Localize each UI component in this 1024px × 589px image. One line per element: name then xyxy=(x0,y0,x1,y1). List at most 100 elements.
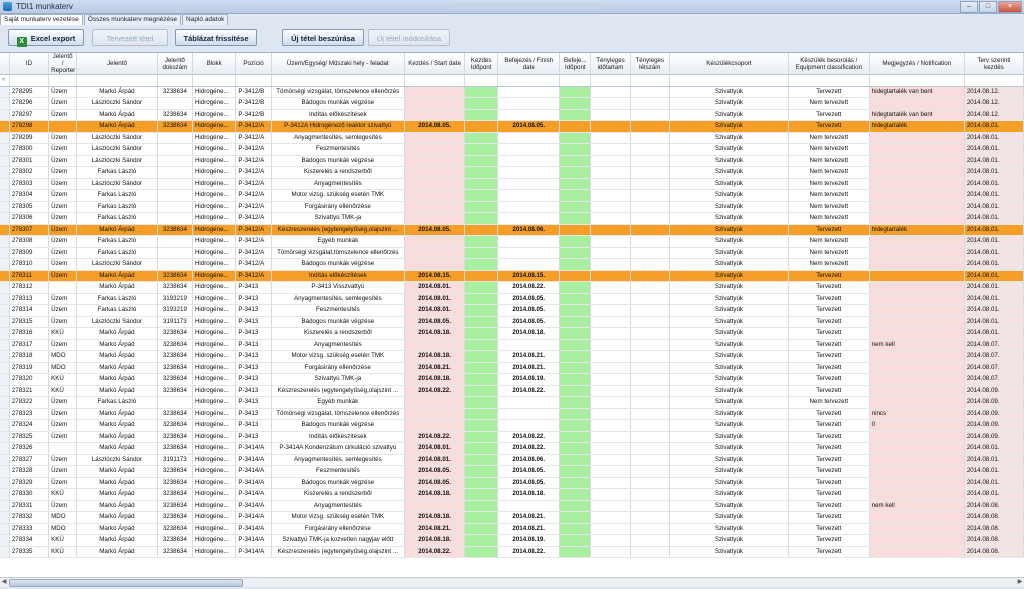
cell-doc-no[interactable] xyxy=(157,396,193,409)
cell-task[interactable]: Anyagmentesítés, semlegesítés xyxy=(271,293,406,305)
row-selector[interactable] xyxy=(0,477,10,489)
row-selector[interactable] xyxy=(0,431,10,443)
cell-position[interactable]: P-3414/A xyxy=(235,511,272,524)
cell-notification[interactable] xyxy=(869,212,965,225)
table-row[interactable]: 278310 Üzem Lászlóczki Sándor Hidrogéne... P… xyxy=(0,258,1024,271)
cell-position[interactable]: P-3412/A xyxy=(235,143,272,156)
cell-reporter-name[interactable]: Markó Árpád xyxy=(76,500,158,512)
cell-actual-headcount[interactable] xyxy=(630,488,670,501)
cell-reporter[interactable]: Üzem xyxy=(48,270,78,282)
cell-task[interactable]: P-3414A Kondenzátum cirkuláció szivattyú xyxy=(271,442,406,455)
cell-reporter-name[interactable]: Markó Árpád xyxy=(76,281,158,294)
cell-doc-no[interactable]: 3238634 xyxy=(157,534,193,547)
cell-equipment-group[interactable]: Szivattyúk xyxy=(669,304,789,317)
cell-reporter[interactable]: MDO xyxy=(48,511,78,524)
cell-reporter[interactable]: MDO xyxy=(48,362,78,374)
cell-task[interactable]: Egyéb munkák xyxy=(271,396,406,409)
cell-reporter-name[interactable]: Lászlóczki Sándor xyxy=(76,143,158,156)
cell-finish-date[interactable] xyxy=(497,500,561,512)
cell-plan-date[interactable]: 2014.08.07. xyxy=(964,350,1024,363)
cell-actual-headcount[interactable] xyxy=(630,396,670,409)
cell-finish-time[interactable] xyxy=(559,109,592,121)
cell-reporter[interactable]: Üzem xyxy=(48,247,78,259)
table-row[interactable]: 278307 Üzem Markó Árpád 3238634 Hidrogéne...… xyxy=(0,224,1024,236)
cell-start-time[interactable] xyxy=(464,362,499,374)
cell-equipment-group[interactable]: Szivattyúk xyxy=(669,224,789,236)
cell-equipment-class[interactable]: Nem tervezett xyxy=(788,201,870,213)
cell-reporter[interactable]: Üzem xyxy=(48,166,78,179)
cell-equipment-group[interactable]: Szivattyúk xyxy=(669,155,789,167)
cell-finish-time[interactable] xyxy=(559,155,592,167)
row-selector[interactable] xyxy=(0,270,10,282)
cell-task[interactable]: Kiszerelés a rendszerből xyxy=(271,166,406,179)
cell-plan-date[interactable]: 2014.08.12. xyxy=(964,86,1024,98)
table-row[interactable]: 278335 KKÜ Markó Árpád 3238634 Hidrogéne... P… xyxy=(0,546,1024,558)
cell-position[interactable]: P-3412/B xyxy=(235,86,272,98)
cell-task[interactable]: Szivattyú TMK-ja xyxy=(271,373,406,386)
cell-notification[interactable] xyxy=(869,396,965,409)
cell-finish-date[interactable] xyxy=(497,212,561,225)
cell-block[interactable]: Hidrogéne... xyxy=(192,362,237,374)
cell-position[interactable]: P-3413 xyxy=(235,431,272,443)
cell-finish-time[interactable] xyxy=(559,143,592,156)
cell-start-date[interactable] xyxy=(404,201,466,213)
row-selector[interactable] xyxy=(0,408,10,420)
cell-plan-date[interactable]: 2014.08.01. xyxy=(964,247,1024,259)
cell-finish-time[interactable] xyxy=(559,120,592,133)
cell-equipment-group[interactable]: Szivattyúk xyxy=(669,258,789,271)
cell-plan-date[interactable]: 2014.08.09. xyxy=(964,385,1024,397)
cell-reporter-name[interactable]: Farkas László xyxy=(76,304,158,317)
cell-doc-no[interactable]: 3191173 xyxy=(157,316,193,328)
cell-equipment-group[interactable]: Szivattyúk xyxy=(669,270,789,282)
table-row[interactable]: 278320 KKÜ Markó Árpád 3238634 Hidrogéne... P… xyxy=(0,373,1024,386)
cell-doc-no[interactable]: 3238634 xyxy=(157,442,193,455)
cell-block[interactable]: Hidrogéne... xyxy=(192,327,237,340)
cell-finish-date[interactable] xyxy=(497,408,561,420)
cell-finish-date[interactable]: 2014.08.22. xyxy=(497,385,561,397)
cell-plan-date[interactable]: 2014.08.01. xyxy=(964,454,1024,466)
cell-reporter-name[interactable]: Farkas László xyxy=(76,293,158,305)
col-plan-date[interactable]: Terv szerinti kezdés xyxy=(964,53,1024,75)
cell-actual-headcount[interactable] xyxy=(630,143,670,156)
cell-start-time[interactable] xyxy=(464,86,499,98)
cell-position[interactable]: P-3412/A xyxy=(235,178,272,190)
cell-equipment-group[interactable]: Szivattyúk xyxy=(669,281,789,294)
cell-notification[interactable] xyxy=(869,327,965,340)
row-selector[interactable] xyxy=(0,488,10,501)
cell-finish-date[interactable] xyxy=(497,258,561,271)
cell-finish-date[interactable]: 2014.08.06. xyxy=(497,454,561,466)
cell-position[interactable]: P-3412/A xyxy=(235,120,272,133)
row-selector[interactable] xyxy=(0,534,10,547)
cell-equipment-group[interactable]: Szivattyúk xyxy=(669,511,789,524)
cell-start-date[interactable]: 2014.08.18. xyxy=(404,511,466,524)
cell-position[interactable]: P-3413 xyxy=(235,408,272,420)
cell-start-date[interactable] xyxy=(404,189,466,202)
cell-task[interactable]: Szivattyú TMK-ja kozvetlen nagyjav előtt xyxy=(271,534,406,547)
row-selector[interactable] xyxy=(0,258,10,271)
cell-start-date[interactable]: 2014.08.05. xyxy=(404,224,466,236)
cell-start-time[interactable] xyxy=(464,431,499,443)
cell-plan-date[interactable]: 2014.08.01. xyxy=(964,293,1024,305)
cell-doc-no[interactable] xyxy=(157,201,193,213)
cell-block[interactable]: Hidrogéne... xyxy=(192,534,237,547)
cell-reporter-name[interactable]: Markó Árpád xyxy=(76,270,158,282)
cell-start-time[interactable] xyxy=(464,143,499,156)
cell-start-date[interactable]: 2014.08.01. xyxy=(404,454,466,466)
table-row[interactable]: 278303 Üzem Lászlóczki Sándor Hidrogéne... P… xyxy=(0,178,1024,190)
cell-equipment-group[interactable]: Szivattyúk xyxy=(669,143,789,156)
table-row[interactable]: 278318 MDO Markó Árpád 3238634 Hidrogéne... P… xyxy=(0,350,1024,363)
cell-position[interactable]: P-3412/B xyxy=(235,97,272,110)
cell-actual-duration[interactable] xyxy=(590,235,631,248)
cell-task[interactable]: Bádogos munkák végzése xyxy=(271,477,406,489)
table-row[interactable]: 278309 Üzem Farkas László Hidrogéne... P-341… xyxy=(0,247,1024,259)
cell-finish-time[interactable] xyxy=(559,132,592,144)
cell-actual-headcount[interactable] xyxy=(630,166,670,179)
cell-equipment-group[interactable]: Szivattyúk xyxy=(669,396,789,409)
cell-finish-date[interactable] xyxy=(497,419,561,432)
row-selector[interactable] xyxy=(0,546,10,558)
cell-actual-duration[interactable] xyxy=(590,201,631,213)
cell-task[interactable]: Forgásirány ellenőrzése xyxy=(271,523,406,535)
cell-position[interactable]: P-3413 xyxy=(235,339,272,351)
cell-equipment-class[interactable]: Tervezett xyxy=(788,86,870,98)
cell-plan-date[interactable]: 2014.08.07. xyxy=(964,339,1024,351)
